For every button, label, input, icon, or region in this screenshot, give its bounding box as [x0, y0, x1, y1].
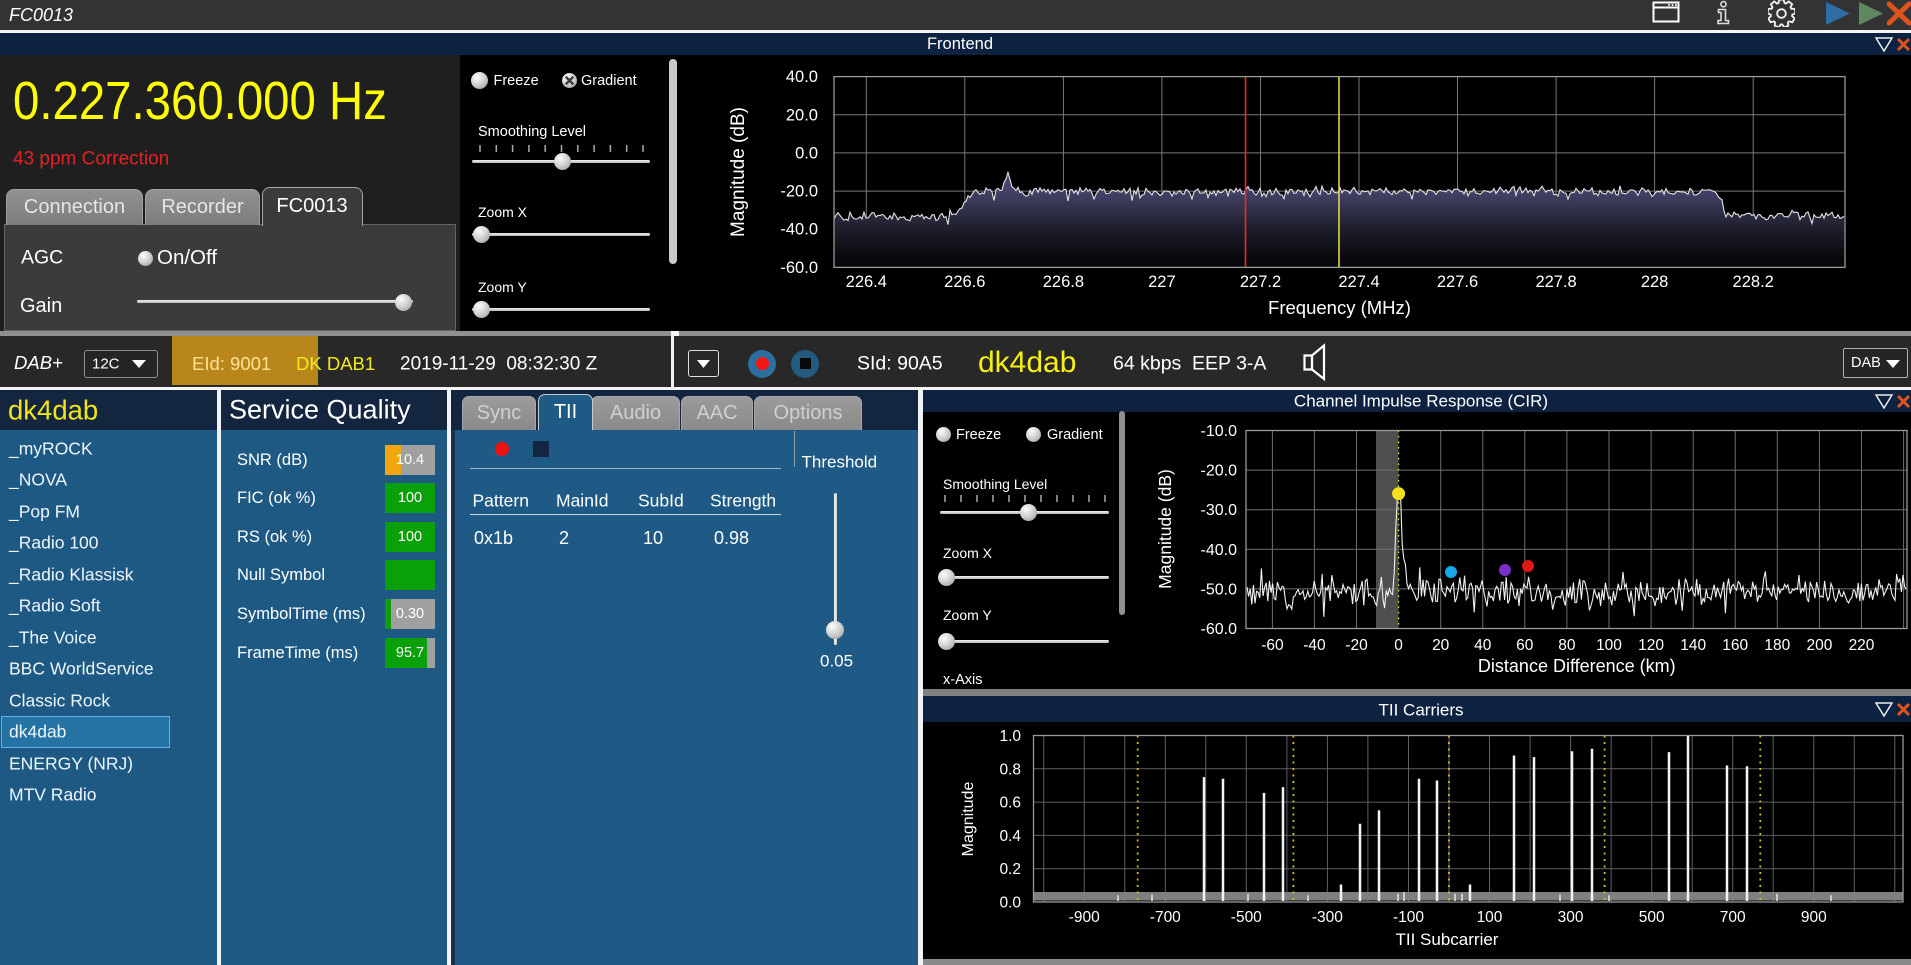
svg-text:TII Subcarrier: TII Subcarrier [1396, 930, 1499, 949]
svg-text:Distance Difference (km): Distance Difference (km) [1478, 656, 1676, 676]
svg-text:-10.0: -10.0 [1201, 423, 1238, 440]
svg-text:227.2: 227.2 [1240, 273, 1281, 291]
svg-text:0: 0 [1394, 637, 1403, 654]
svg-text:-300: -300 [1312, 909, 1343, 926]
svg-text:0.0: 0.0 [999, 895, 1021, 912]
svg-text:0.4: 0.4 [999, 828, 1021, 845]
svg-text:700: 700 [1720, 909, 1746, 926]
svg-text:0.2: 0.2 [999, 861, 1021, 878]
svg-text:226.4: 226.4 [846, 273, 887, 291]
svg-text:40: 40 [1474, 637, 1492, 654]
svg-text:300: 300 [1558, 909, 1584, 926]
svg-text:200: 200 [1806, 637, 1832, 654]
svg-text:227.6: 227.6 [1437, 273, 1478, 291]
svg-text:140: 140 [1680, 637, 1706, 654]
svg-text:227.8: 227.8 [1535, 273, 1576, 291]
svg-text:20.0: 20.0 [786, 106, 818, 124]
svg-text:-50.0: -50.0 [1201, 581, 1238, 598]
svg-text:160: 160 [1722, 637, 1748, 654]
svg-text:227: 227 [1148, 273, 1176, 291]
svg-text:Magnitude (dB): Magnitude (dB) [1155, 469, 1175, 589]
svg-text:0.8: 0.8 [999, 761, 1021, 778]
svg-text:-20.0: -20.0 [780, 183, 818, 201]
svg-text:226.6: 226.6 [944, 273, 985, 291]
svg-text:228.2: 228.2 [1733, 273, 1774, 291]
svg-text:228: 228 [1641, 273, 1669, 291]
svg-text:Frequency (MHz): Frequency (MHz) [1268, 297, 1411, 318]
svg-text:100: 100 [1477, 909, 1503, 926]
svg-text:0.6: 0.6 [999, 795, 1021, 812]
svg-text:20: 20 [1432, 637, 1450, 654]
svg-text:-40.0: -40.0 [1201, 542, 1238, 559]
svg-text:-100: -100 [1393, 909, 1424, 926]
svg-text:Magnitude (dB): Magnitude (dB) [728, 107, 749, 237]
svg-text:Magnitude: Magnitude [960, 782, 977, 857]
svg-text:-500: -500 [1231, 909, 1262, 926]
svg-text:-60.0: -60.0 [780, 259, 818, 277]
svg-text:80: 80 [1558, 637, 1576, 654]
svg-text:120: 120 [1638, 637, 1664, 654]
svg-text:180: 180 [1764, 637, 1790, 654]
svg-text:227.4: 227.4 [1338, 273, 1379, 291]
svg-text:-40.0: -40.0 [780, 221, 818, 239]
svg-text:500: 500 [1639, 909, 1665, 926]
svg-text:-60: -60 [1261, 637, 1284, 654]
svg-text:220: 220 [1849, 637, 1875, 654]
svg-text:100: 100 [1596, 637, 1622, 654]
svg-text:1.0: 1.0 [999, 728, 1021, 745]
svg-text:-30.0: -30.0 [1201, 502, 1238, 519]
svg-text:-40: -40 [1303, 637, 1326, 654]
svg-text:-20.0: -20.0 [1201, 463, 1238, 480]
svg-text:226.8: 226.8 [1043, 273, 1084, 291]
svg-text:-60.0: -60.0 [1201, 621, 1238, 638]
svg-text:60: 60 [1516, 637, 1534, 654]
svg-text:0.0: 0.0 [795, 144, 818, 162]
svg-text:900: 900 [1801, 909, 1827, 926]
svg-text:-700: -700 [1150, 909, 1181, 926]
svg-text:40.0: 40.0 [786, 68, 818, 86]
svg-text:-900: -900 [1069, 909, 1100, 926]
svg-text:-20: -20 [1345, 637, 1368, 654]
